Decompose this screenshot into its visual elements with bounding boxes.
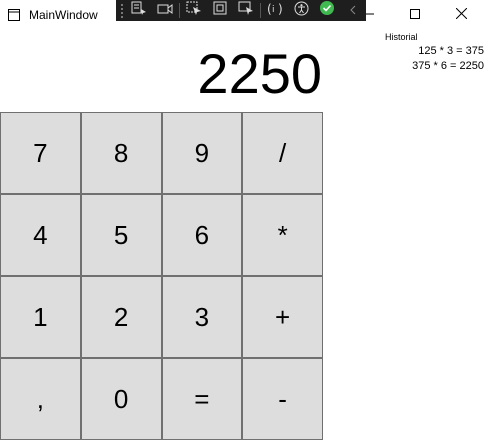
debug-toolbar: (i) xyxy=(116,0,366,21)
divide-button[interactable]: / xyxy=(242,112,323,194)
svg-text:): ) xyxy=(278,2,283,15)
hot-reload-status-button[interactable] xyxy=(314,0,340,21)
history-list: 125 * 3 = 375 375 * 6 = 2250 xyxy=(386,44,484,74)
close-button[interactable] xyxy=(438,0,484,29)
track-focused-element-icon xyxy=(238,1,254,21)
key-1-button[interactable]: 1 xyxy=(0,276,81,358)
select-element-button[interactable] xyxy=(181,0,207,21)
keypad: 7 8 9 / 4 5 6 * 1 2 3 + , 0 = - xyxy=(0,112,323,440)
key-4-button[interactable]: 4 xyxy=(0,194,81,276)
binding-failures-icon: (i) xyxy=(267,1,283,20)
close-icon xyxy=(455,6,467,24)
key-8-button[interactable]: 8 xyxy=(80,112,162,194)
equals-button[interactable]: = xyxy=(161,358,243,440)
svg-text:(: ( xyxy=(267,2,272,15)
result-display: 2250 xyxy=(197,42,322,105)
hot-reload-status-icon xyxy=(319,0,335,21)
key-9-button[interactable]: 9 xyxy=(161,112,243,194)
history-label: Historial xyxy=(385,32,418,42)
video-button[interactable] xyxy=(152,0,178,21)
decimal-separator-button[interactable]: , xyxy=(0,358,81,440)
toolbar-grip-icon[interactable] xyxy=(118,0,126,21)
maximize-icon xyxy=(410,6,420,24)
go-to-live-visual-tree-icon xyxy=(131,1,147,21)
video-camera-icon xyxy=(157,2,173,20)
history-entry: 375 * 6 = 2250 xyxy=(412,60,484,72)
key-6-button[interactable]: 6 xyxy=(161,194,243,276)
subtract-button[interactable]: - xyxy=(242,358,323,440)
svg-text:i: i xyxy=(272,5,275,15)
accessibility-scanner-icon xyxy=(294,1,309,21)
key-7-button[interactable]: 7 xyxy=(0,112,81,194)
add-button[interactable]: + xyxy=(242,276,323,358)
display-layout-adorners-icon xyxy=(213,1,227,20)
history-entry: 125 * 3 = 375 xyxy=(418,45,484,57)
collapse-icon xyxy=(349,2,357,20)
key-2-button[interactable]: 2 xyxy=(80,276,162,358)
track-focused-element-button[interactable] xyxy=(233,0,259,21)
accessibility-scanner-button[interactable] xyxy=(288,0,314,21)
select-element-icon xyxy=(186,1,202,21)
collapse-toolbar-button[interactable] xyxy=(340,0,366,21)
key-5-button[interactable]: 5 xyxy=(80,194,162,276)
go-to-live-visual-tree-button[interactable] xyxy=(126,0,152,21)
window-title: MainWindow xyxy=(29,8,98,22)
app-window-icon xyxy=(8,8,20,21)
multiply-button[interactable]: * xyxy=(242,194,323,276)
key-0-button[interactable]: 0 xyxy=(80,358,162,440)
maximize-button[interactable] xyxy=(392,0,438,29)
binding-failures-button[interactable]: (i) xyxy=(262,0,288,21)
key-3-button[interactable]: 3 xyxy=(161,276,243,358)
display-layout-adorners-button[interactable] xyxy=(207,0,233,21)
